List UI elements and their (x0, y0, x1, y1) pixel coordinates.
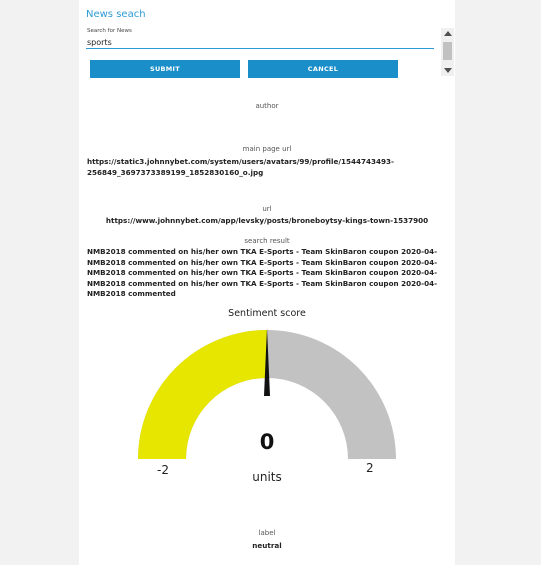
gauge-max-label: 2 (366, 461, 374, 475)
gauge-svg (138, 328, 396, 459)
form-scroll-area[interactable]: News seach Search for News SUBMIT CANCEL… (79, 0, 443, 300)
app-title: News seach (86, 9, 146, 20)
main-page-url-value-line1: https://static3.johnnybet.com/system/use… (87, 157, 394, 166)
author-label: author (255, 102, 279, 110)
search-result-line: NMB2018 commented on his/her own TKA E-S… (87, 268, 437, 277)
search-result-line: NMB2018 commented (87, 289, 176, 298)
search-result-label: search result (244, 237, 290, 245)
submit-button[interactable]: SUBMIT (90, 60, 240, 78)
main-page-url-value-line2: 256849_3697373389199_1852830160_o.jpg (87, 168, 264, 177)
gauge-value: 0 (259, 430, 275, 454)
search-result-list: NMB2018 commented on his/her own TKA E-S… (87, 247, 437, 300)
label-value: neutral (252, 541, 282, 550)
gauge-units: units (252, 470, 282, 484)
vertical-scrollbar[interactable] (441, 28, 454, 76)
sentiment-gauge: Sentiment score (134, 306, 400, 486)
app-panel: News seach Search for News SUBMIT CANCEL… (79, 0, 455, 565)
search-result-line: NMB2018 commented on his/her own TKA E-S… (87, 247, 437, 256)
main-page-url-label: main page url (242, 145, 292, 153)
url-value: https://www.johnnybet.com/app/levsky/pos… (105, 216, 429, 225)
cancel-button[interactable]: CANCEL (248, 60, 398, 78)
scrollbar-thumb[interactable] (443, 42, 452, 60)
search-input[interactable] (86, 36, 434, 49)
search-result-line: NMB2018 commented on his/her own TKA E-S… (87, 257, 437, 267)
search-field-label: Search for News (87, 28, 132, 34)
url-label: url (262, 205, 272, 213)
label-caption: label (258, 529, 276, 537)
gauge-min-label: -2 (157, 463, 169, 477)
search-result-line: NMB2018 commented on his/her own TKA E-S… (87, 278, 437, 288)
scroll-up-arrow-icon[interactable] (444, 31, 452, 36)
scroll-down-arrow-icon[interactable] (444, 68, 452, 73)
